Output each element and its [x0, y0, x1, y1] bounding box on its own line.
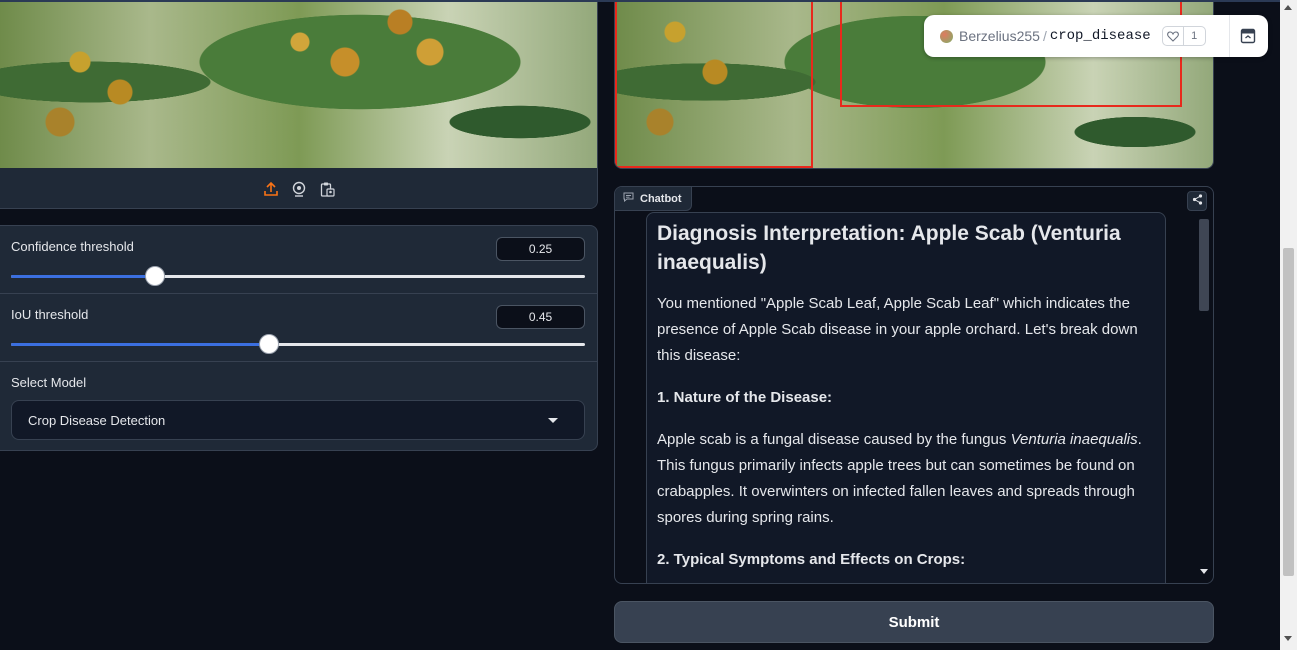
chatbot-tag: Chatbot: [615, 187, 692, 211]
input-leaf-image: [0, 2, 597, 168]
diagnosis-heading: Diagnosis Interpretation: Apple Scab (Ve…: [657, 222, 1121, 274]
iou-slider-block: IoU threshold 0.45: [0, 294, 597, 362]
fungus-name: Venturia inaequalis: [1010, 431, 1138, 448]
model-select-dropdown[interactable]: Crop Disease Detection: [11, 400, 585, 440]
space-separator: /: [1042, 28, 1047, 44]
like-count: 1: [1191, 30, 1198, 42]
chatbot-tag-label: Chatbot: [640, 192, 682, 205]
confidence-value-input[interactable]: 0.25: [496, 237, 585, 261]
section-heading-nature: 1. Nature of the Disease:: [657, 389, 833, 406]
space-repo-link[interactable]: crop_disease: [1050, 28, 1151, 44]
confidence-slider-block: Confidence threshold 0.25: [0, 226, 597, 294]
share-icon: [1192, 192, 1203, 210]
intro-paragraph: You mentioned "Apple Scab Leaf, Apple Sc…: [657, 295, 1138, 364]
space-owner-link[interactable]: Berzelius255: [959, 28, 1040, 44]
detection-box: [615, 2, 813, 168]
chatbot-panel: Chatbot Diagnosis Interpretation: Apple …: [614, 186, 1214, 584]
confidence-slider[interactable]: [11, 266, 585, 286]
avatar[interactable]: [940, 29, 953, 43]
scroll-down-icon[interactable]: [1200, 569, 1208, 574]
page-scrollbar-thumb[interactable]: [1283, 248, 1294, 576]
iou-value-input[interactable]: 0.45: [496, 305, 585, 329]
confidence-slider-thumb[interactable]: [144, 266, 165, 286]
input-image-panel[interactable]: [0, 2, 598, 209]
confidence-slider-fill: [11, 275, 155, 278]
nature-paragraph: Apple scab is a fungal disease caused by…: [657, 427, 1155, 531]
model-select-block: Select Model Crop Disease Detection: [0, 362, 597, 450]
nature-text-start: Apple scab is a fungal disease caused by…: [657, 431, 1011, 448]
submit-button[interactable]: Submit: [614, 601, 1214, 643]
collapse-header-icon[interactable]: [1240, 28, 1256, 49]
chat-scrollbar-thumb[interactable]: [1199, 219, 1209, 311]
page-scrollbar[interactable]: [1280, 0, 1297, 650]
bot-message: Diagnosis Interpretation: Apple Scab (Ve…: [646, 212, 1166, 583]
clipboard-icon[interactable]: [318, 180, 336, 198]
controls-panel: Confidence threshold 0.25 IoU threshold …: [0, 225, 598, 451]
iou-label: IoU threshold: [11, 307, 89, 322]
chevron-down-icon: [548, 418, 558, 423]
section-heading-symptoms: 2. Typical Symptoms and Effects on Crops…: [657, 551, 966, 568]
image-source-toolbar: [0, 168, 597, 208]
chat-icon: [623, 192, 634, 205]
share-button[interactable]: [1187, 191, 1207, 211]
iou-slider-thumb[interactable]: [259, 334, 280, 354]
webcam-icon[interactable]: [290, 180, 308, 198]
iou-slider-fill: [11, 343, 270, 346]
heart-icon: [1163, 27, 1184, 45]
space-header-badge: Berzelius255 / crop_disease 1: [924, 15, 1268, 57]
badge-divider: [1229, 15, 1230, 57]
confidence-label: Confidence threshold: [11, 239, 134, 254]
iou-slider[interactable]: [11, 334, 585, 354]
scroll-down-arrow-icon[interactable]: [1284, 636, 1292, 641]
like-button[interactable]: 1: [1161, 26, 1206, 46]
scroll-up-arrow-icon[interactable]: [1284, 5, 1292, 10]
upload-icon[interactable]: [262, 180, 280, 198]
chat-scrollbar[interactable]: [1197, 217, 1211, 583]
model-select-label: Select Model: [11, 375, 87, 390]
model-select-value: Crop Disease Detection: [28, 412, 166, 428]
